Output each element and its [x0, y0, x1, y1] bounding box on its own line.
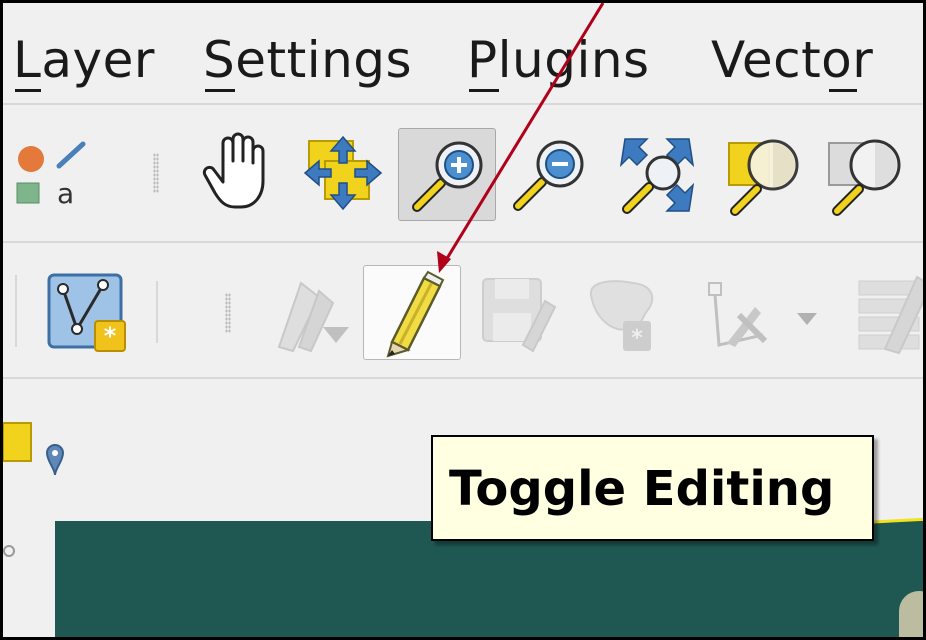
- annotation-arrow: [437, 3, 605, 273]
- qgis-window-crop: Layer Settings Plugins Vector a * * Togg…: [0, 0, 926, 640]
